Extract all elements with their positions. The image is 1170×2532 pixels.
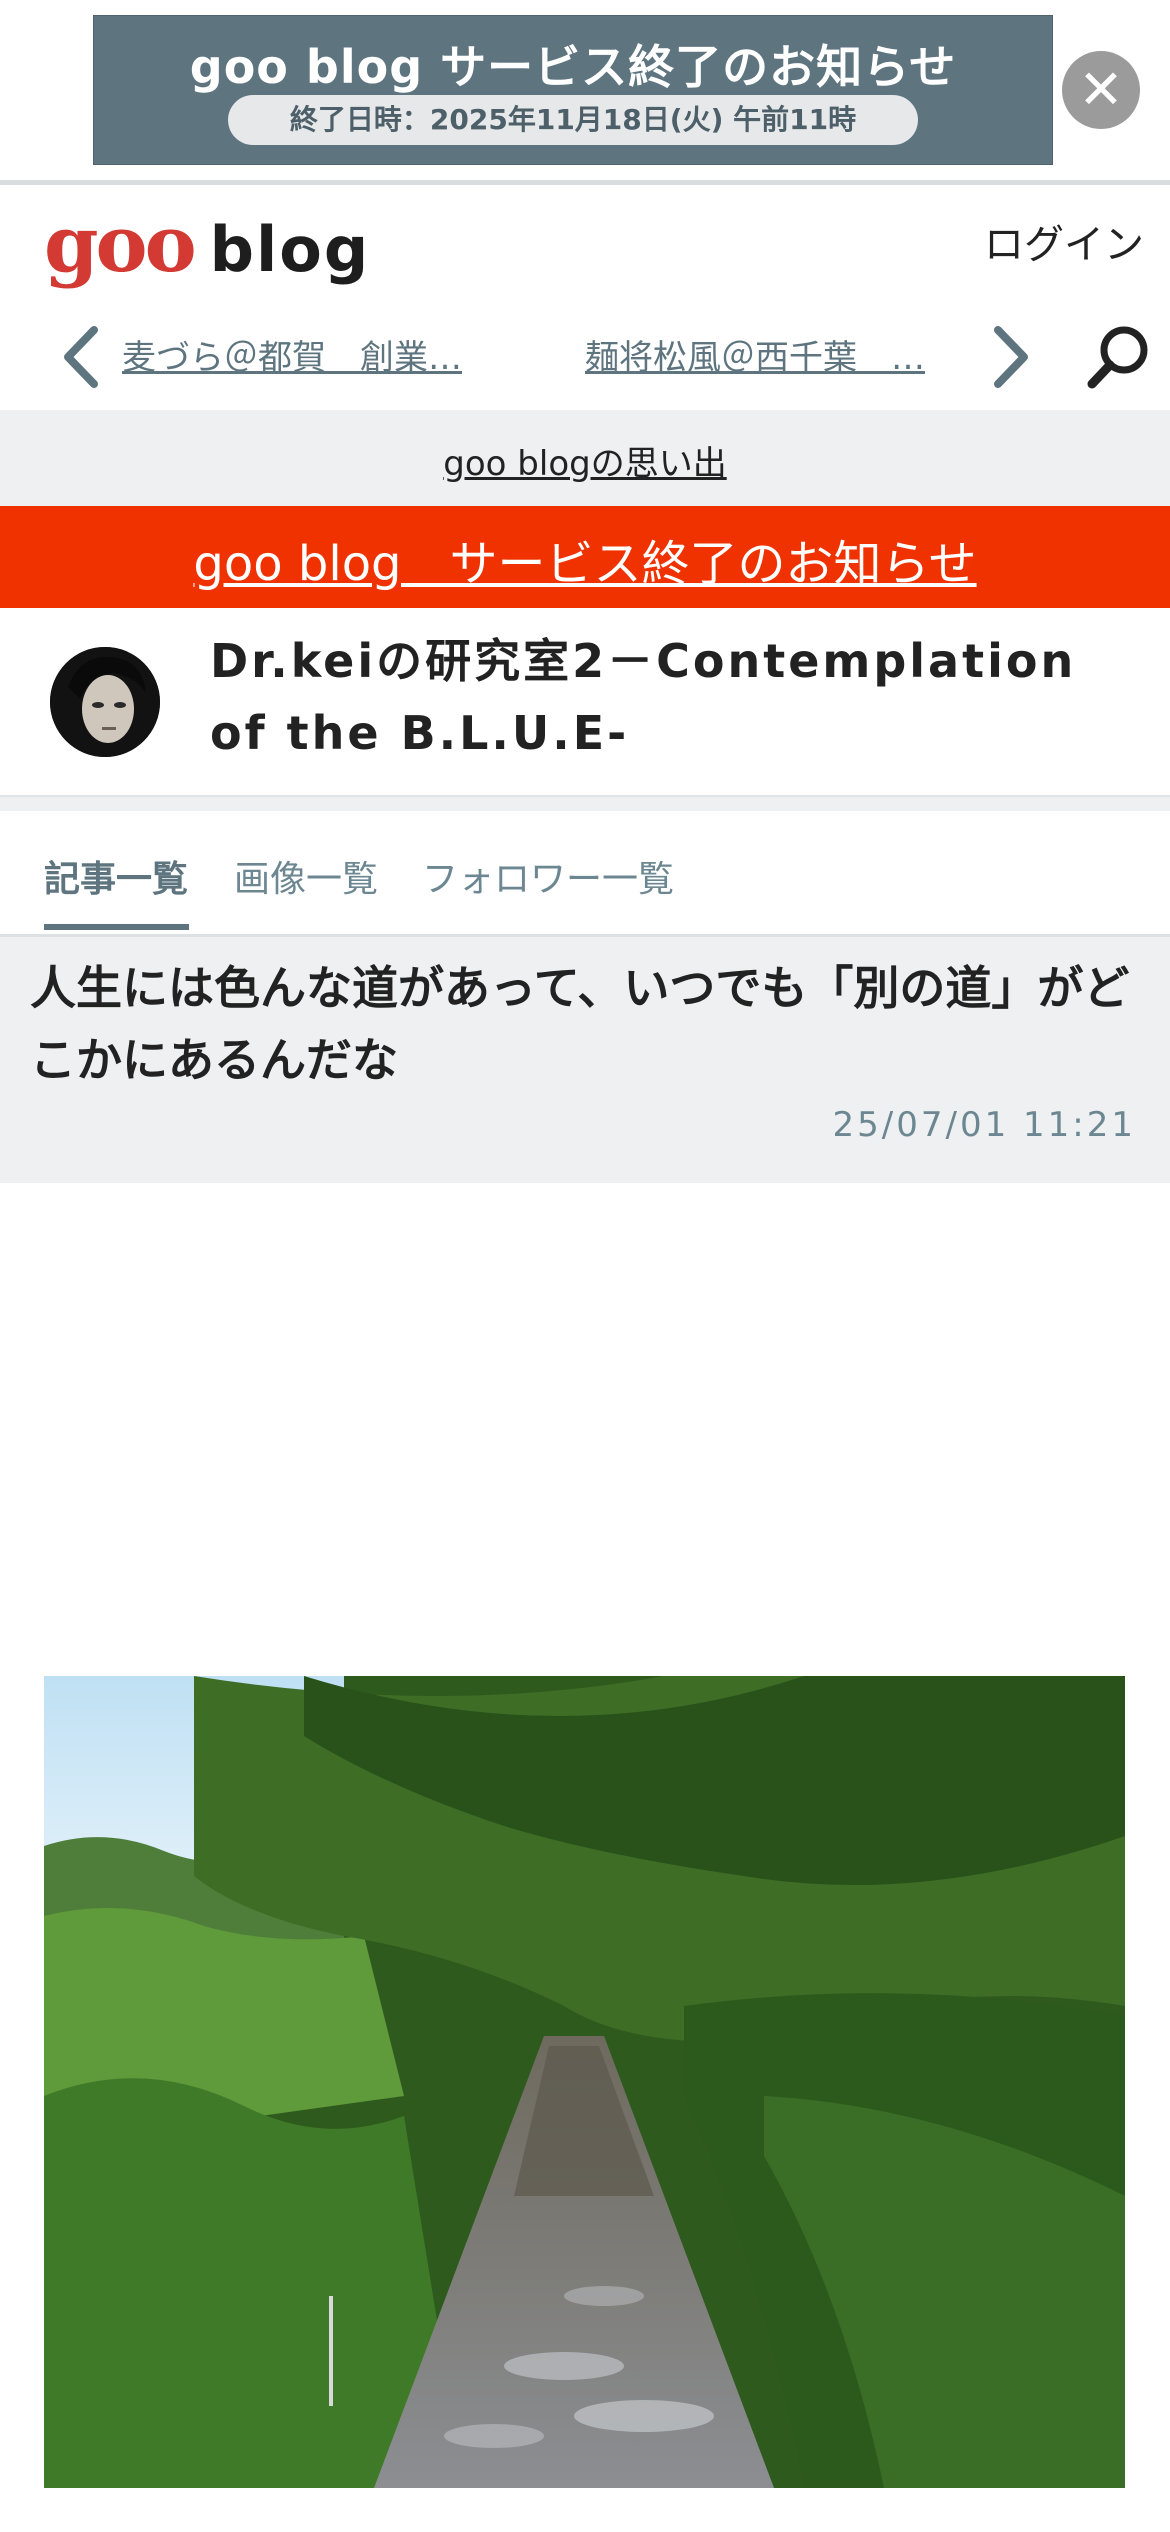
avatar[interactable] (50, 647, 160, 757)
banner-title: goo blog サービス終了のお知らせ (189, 40, 957, 94)
service-end-link[interactable]: goo blog サービス終了のお知らせ (0, 524, 1170, 594)
search-button[interactable] (1084, 322, 1152, 390)
prev-button[interactable] (54, 322, 108, 392)
article-title[interactable]: 人生には色んな道があって、いつでも「別の道」がどこかにあるんだな (30, 952, 1140, 1096)
logo-goo-text: goo (44, 199, 197, 290)
active-tab-indicator (44, 924, 189, 930)
banner-end-datetime: 終了日時：2025年11月18日(火) 午前11時 (228, 95, 918, 145)
chevron-left-icon (64, 326, 98, 388)
recent-article-link[interactable]: 麦づら＠都賀 創業… (122, 330, 502, 379)
article-date: 25/07/01 11:21 (832, 1105, 1136, 1145)
memory-link[interactable]: goo blogの思い出 (0, 436, 1170, 485)
tab-articles[interactable]: 記事一覧 (44, 850, 188, 902)
divider (0, 180, 1170, 185)
close-banner-button[interactable]: ✕ (1062, 51, 1140, 129)
logo-blog-text: blog (209, 213, 371, 286)
close-icon: ✕ (1078, 58, 1124, 121)
tab-images[interactable]: 画像一覧 (234, 850, 378, 902)
login-link[interactable]: ログイン (984, 212, 1144, 270)
divider (0, 795, 1170, 811)
next-button[interactable] (984, 322, 1038, 392)
forest-road-image (44, 1676, 1125, 2488)
blog-title[interactable]: Dr.keiの研究室2－Contemplation of the B.L.U.E… (210, 625, 1150, 769)
search-icon (1087, 326, 1148, 389)
article-photo[interactable] (44, 1676, 1125, 2488)
recent-article-link[interactable]: 麺将松風＠西千葉 … (585, 330, 955, 379)
service-end-banner[interactable]: goo blog サービス終了のお知らせ 終了日時：2025年11月18日(火)… (93, 15, 1053, 165)
goo-blog-logo[interactable]: goo blog (44, 200, 370, 290)
avatar-portrait-image (50, 647, 160, 757)
tab-followers[interactable]: フォロワー一覧 (422, 850, 674, 902)
chevron-right-icon (994, 326, 1028, 388)
